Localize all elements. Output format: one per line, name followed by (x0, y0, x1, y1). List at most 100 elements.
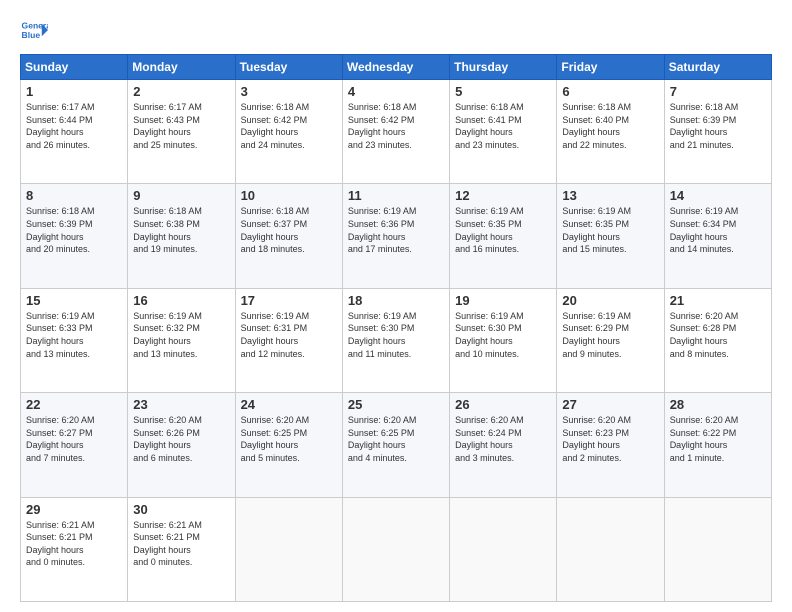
day-info: Sunrise: 6:18 AMSunset: 6:41 PMDaylight … (455, 102, 524, 150)
calendar-cell (235, 497, 342, 601)
day-info: Sunrise: 6:18 AMSunset: 6:39 PMDaylight … (26, 206, 95, 254)
day-info: Sunrise: 6:20 AMSunset: 6:22 PMDaylight … (670, 415, 739, 463)
day-info: Sunrise: 6:19 AMSunset: 6:35 PMDaylight … (562, 206, 631, 254)
calendar-cell: 1 Sunrise: 6:17 AMSunset: 6:44 PMDaylight… (21, 80, 128, 184)
calendar-cell: 29 Sunrise: 6:21 AMSunset: 6:21 PMDayligh… (21, 497, 128, 601)
logo: General Blue (20, 16, 48, 44)
day-info: Sunrise: 6:20 AMSunset: 6:25 PMDaylight … (348, 415, 417, 463)
weekday-header-tuesday: Tuesday (235, 55, 342, 80)
day-number: 9 (133, 188, 229, 203)
day-number: 5 (455, 84, 551, 99)
day-info: Sunrise: 6:21 AMSunset: 6:21 PMDaylight … (133, 520, 202, 568)
calendar-cell: 6Sunrise: 6:18 AMSunset: 6:40 PMDaylight… (557, 80, 664, 184)
calendar-cell: 24Sunrise: 6:20 AMSunset: 6:25 PMDayligh… (235, 393, 342, 497)
day-info: Sunrise: 6:19 AMSunset: 6:30 PMDaylight … (348, 311, 417, 359)
calendar-cell: 25 Sunrise: 6:20 AMSunset: 6:25 PMDayligh… (342, 393, 449, 497)
day-info: Sunrise: 6:19 AMSunset: 6:33 PMDaylight … (26, 311, 95, 359)
logo-icon: General Blue (20, 16, 48, 44)
day-number: 24 (241, 397, 337, 412)
week-row-1: 1 Sunrise: 6:17 AMSunset: 6:44 PMDaylight… (21, 80, 772, 184)
weekday-header-row: SundayMondayTuesdayWednesdayThursdayFrid… (21, 55, 772, 80)
day-number: 17 (241, 293, 337, 308)
day-info: Sunrise: 6:19 AMSunset: 6:32 PMDaylight … (133, 311, 202, 359)
day-number: 12 (455, 188, 551, 203)
calendar-cell: 16 Sunrise: 6:19 AMSunset: 6:32 PMDayligh… (128, 288, 235, 392)
calendar-cell: 14 Sunrise: 6:19 AMSunset: 6:34 PMDayligh… (664, 184, 771, 288)
day-info: Sunrise: 6:19 AMSunset: 6:34 PMDaylight … (670, 206, 739, 254)
calendar-cell: 23 Sunrise: 6:20 AMSunset: 6:26 PMDayligh… (128, 393, 235, 497)
day-number: 10 (241, 188, 337, 203)
week-row-5: 29 Sunrise: 6:21 AMSunset: 6:21 PMDayligh… (21, 497, 772, 601)
day-number: 30 (133, 502, 229, 517)
header: General Blue (20, 16, 772, 44)
calendar-cell: 8 Sunrise: 6:18 AMSunset: 6:39 PMDaylight… (21, 184, 128, 288)
day-info: Sunrise: 6:18 AMSunset: 6:37 PMDaylight … (241, 206, 310, 254)
calendar-cell: 10 Sunrise: 6:18 AMSunset: 6:37 PMDayligh… (235, 184, 342, 288)
day-number: 25 (348, 397, 444, 412)
calendar-cell: 2 Sunrise: 6:17 AMSunset: 6:43 PMDaylight… (128, 80, 235, 184)
calendar-cell: 17 Sunrise: 6:19 AMSunset: 6:31 PMDayligh… (235, 288, 342, 392)
day-number: 2 (133, 84, 229, 99)
day-number: 14 (670, 188, 766, 203)
calendar-cell: 21Sunrise: 6:20 AMSunset: 6:28 PMDayligh… (664, 288, 771, 392)
day-info: Sunrise: 6:20 AMSunset: 6:27 PMDaylight … (26, 415, 95, 463)
day-info: Sunrise: 6:17 AMSunset: 6:43 PMDaylight … (133, 102, 202, 150)
day-info: Sunrise: 6:19 AMSunset: 6:36 PMDaylight … (348, 206, 417, 254)
day-number: 29 (26, 502, 122, 517)
day-info: Sunrise: 6:18 AMSunset: 6:40 PMDaylight … (562, 102, 631, 150)
svg-text:Blue: Blue (22, 30, 41, 40)
day-number: 16 (133, 293, 229, 308)
day-info: Sunrise: 6:19 AMSunset: 6:29 PMDaylight … (562, 311, 631, 359)
day-number: 19 (455, 293, 551, 308)
calendar-cell: 20 Sunrise: 6:19 AMSunset: 6:29 PMDayligh… (557, 288, 664, 392)
calendar-cell: 9 Sunrise: 6:18 AMSunset: 6:38 PMDaylight… (128, 184, 235, 288)
calendar-cell: 28 Sunrise: 6:20 AMSunset: 6:22 PMDayligh… (664, 393, 771, 497)
day-info: Sunrise: 6:19 AMSunset: 6:30 PMDaylight … (455, 311, 524, 359)
day-number: 28 (670, 397, 766, 412)
day-info: Sunrise: 6:19 AMSunset: 6:35 PMDaylight … (455, 206, 524, 254)
day-number: 8 (26, 188, 122, 203)
day-info: Sunrise: 6:17 AMSunset: 6:44 PMDaylight … (26, 102, 95, 150)
day-number: 27 (562, 397, 658, 412)
week-row-2: 8 Sunrise: 6:18 AMSunset: 6:39 PMDaylight… (21, 184, 772, 288)
day-info: Sunrise: 6:20 AMSunset: 6:26 PMDaylight … (133, 415, 202, 463)
calendar-cell: 7 Sunrise: 6:18 AMSunset: 6:39 PMDaylight… (664, 80, 771, 184)
calendar-cell: 4 Sunrise: 6:18 AMSunset: 6:42 PMDaylight… (342, 80, 449, 184)
day-info: Sunrise: 6:18 AMSunset: 6:38 PMDaylight … (133, 206, 202, 254)
weekday-header-wednesday: Wednesday (342, 55, 449, 80)
day-info: Sunrise: 6:18 AMSunset: 6:39 PMDaylight … (670, 102, 739, 150)
week-row-3: 15 Sunrise: 6:19 AMSunset: 6:33 PMDayligh… (21, 288, 772, 392)
calendar-cell: 5 Sunrise: 6:18 AMSunset: 6:41 PMDaylight… (450, 80, 557, 184)
calendar-cell: 22 Sunrise: 6:20 AMSunset: 6:27 PMDayligh… (21, 393, 128, 497)
day-number: 23 (133, 397, 229, 412)
day-number: 26 (455, 397, 551, 412)
day-number: 7 (670, 84, 766, 99)
day-number: 1 (26, 84, 122, 99)
weekday-header-thursday: Thursday (450, 55, 557, 80)
calendar: SundayMondayTuesdayWednesdayThursdayFrid… (20, 54, 772, 602)
day-info: Sunrise: 6:19 AMSunset: 6:31 PMDaylight … (241, 311, 310, 359)
weekday-header-monday: Monday (128, 55, 235, 80)
calendar-cell: 12 Sunrise: 6:19 AMSunset: 6:35 PMDayligh… (450, 184, 557, 288)
day-number: 11 (348, 188, 444, 203)
day-number: 3 (241, 84, 337, 99)
day-number: 4 (348, 84, 444, 99)
day-info: Sunrise: 6:18 AMSunset: 6:42 PMDaylight … (241, 102, 310, 150)
day-info: Sunrise: 6:20 AMSunset: 6:23 PMDaylight … (562, 415, 631, 463)
calendar-cell: 13 Sunrise: 6:19 AMSunset: 6:35 PMDayligh… (557, 184, 664, 288)
page: General Blue SundayMondayTuesdayWednesda… (0, 0, 792, 612)
week-row-4: 22 Sunrise: 6:20 AMSunset: 6:27 PMDayligh… (21, 393, 772, 497)
day-number: 21 (670, 293, 766, 308)
calendar-cell (557, 497, 664, 601)
calendar-cell: 19 Sunrise: 6:19 AMSunset: 6:30 PMDayligh… (450, 288, 557, 392)
weekday-header-friday: Friday (557, 55, 664, 80)
day-number: 22 (26, 397, 122, 412)
day-info: Sunrise: 6:18 AMSunset: 6:42 PMDaylight … (348, 102, 417, 150)
day-number: 13 (562, 188, 658, 203)
day-number: 20 (562, 293, 658, 308)
day-number: 18 (348, 293, 444, 308)
calendar-cell (342, 497, 449, 601)
calendar-cell: 26Sunrise: 6:20 AMSunset: 6:24 PMDayligh… (450, 393, 557, 497)
day-number: 15 (26, 293, 122, 308)
day-info: Sunrise: 6:21 AMSunset: 6:21 PMDaylight … (26, 520, 95, 568)
